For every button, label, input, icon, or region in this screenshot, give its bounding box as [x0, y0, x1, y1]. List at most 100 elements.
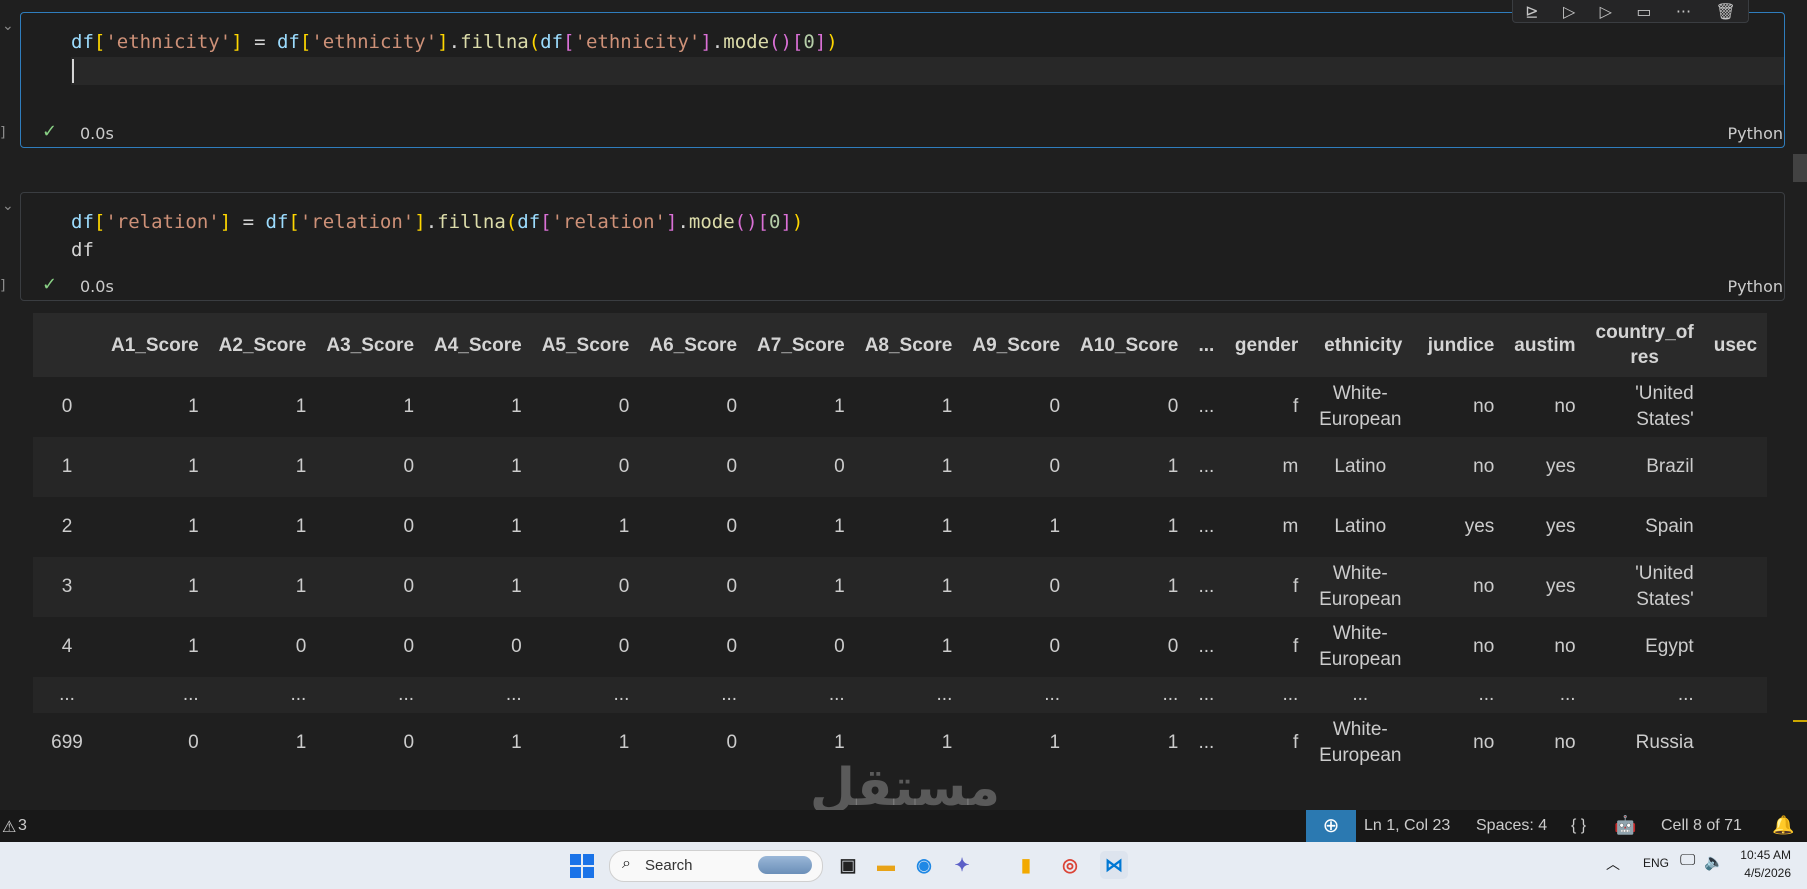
braces-icon[interactable]: { }	[1571, 817, 1586, 835]
collapse-chevron-icon[interactable]: ⌄	[2, 18, 14, 34]
vertical-scrollbar[interactable]	[1793, 0, 1807, 810]
table-cell: 0	[208, 617, 317, 677]
table-cell: 1	[101, 437, 209, 497]
task-view-icon[interactable]: ▣	[834, 851, 862, 879]
table-cell: ...	[316, 677, 425, 713]
execution-bracket: ]	[0, 278, 6, 294]
code-token: mode	[688, 211, 735, 233]
table-cell: Latino	[1308, 497, 1413, 557]
warning-icon[interactable]: ⚠	[2, 817, 16, 837]
column-header: gender	[1224, 313, 1309, 377]
table-cell: 1	[962, 713, 1071, 773]
table-cell: 0	[639, 437, 748, 497]
search-highlight-image	[758, 856, 812, 874]
cell-language[interactable]: Python	[1728, 124, 1783, 143]
edge-browser-icon[interactable]: ◉	[910, 851, 938, 879]
table-cell: Egypt	[1585, 617, 1704, 677]
scrollbar-thumb[interactable]	[1793, 154, 1807, 182]
column-header: A5_Score	[531, 313, 640, 377]
table-cell: yes	[1504, 497, 1586, 557]
delete-cell-icon[interactable]: 🗑	[1715, 2, 1735, 21]
table-cell: no	[1412, 557, 1505, 617]
cursor-position[interactable]: Ln 1, Col 23	[1364, 817, 1450, 835]
problems-count[interactable]: 3	[18, 817, 27, 835]
file-explorer-icon[interactable]: ▬	[872, 851, 900, 879]
vscode-icon[interactable]: ⋈	[1100, 851, 1128, 879]
table-cell: 1	[1070, 557, 1189, 617]
indentation[interactable]: Spaces: 4	[1476, 817, 1547, 835]
execution-time: 0.0s	[80, 124, 114, 143]
table-cell: 1	[1070, 437, 1189, 497]
table-row: 699 0 1 0 1 1 0 1 1 1 1... f White- European no no Russi…	[33, 713, 1768, 773]
row-index: 3	[33, 557, 101, 617]
table-cell: 1	[854, 617, 963, 677]
table-cell: White- European	[1308, 557, 1413, 617]
success-check-icon: ✓	[42, 121, 58, 142]
row-index: ...	[33, 677, 101, 713]
table-cell: yes	[1412, 497, 1505, 557]
table-row: 1 1 1 0 1 0 0 0 1 0 1... m Latino no yes Brazil	[33, 437, 1768, 497]
table-cell: yes	[1504, 557, 1586, 617]
dataframe-output-table: A1_Score A2_Score A3_Score A4_Score A5_Score…	[33, 313, 1768, 773]
volume-icon[interactable]: 🔈	[1704, 852, 1724, 872]
table-cell: 1	[854, 557, 963, 617]
taskbar-search-box[interactable]: ⌕ Search	[609, 850, 823, 882]
power-bi-icon[interactable]: ▮	[1012, 851, 1040, 879]
collapse-chevron-icon[interactable]: ⌄	[2, 198, 14, 214]
clock[interactable]: 10:45 AM 4/5/2026	[1740, 846, 1791, 882]
tray-chevron-icon[interactable]: ︿	[1606, 854, 1620, 874]
column-header: A6_Score	[639, 313, 748, 377]
code-token: mode	[723, 31, 770, 53]
execution-bracket: ]	[0, 125, 6, 141]
table-cell	[1703, 437, 1768, 497]
zoom-icon[interactable]: ⊕	[1306, 810, 1356, 842]
bell-icon[interactable]: 🔔	[1772, 815, 1794, 836]
copilot-icon[interactable]: 🤖	[1614, 815, 1636, 836]
language-indicator[interactable]: ENG	[1643, 856, 1669, 870]
code-token: .	[711, 31, 724, 53]
code-token: ()	[734, 211, 758, 233]
table-cell: White- European	[1308, 617, 1413, 677]
column-header: A7_Score	[747, 313, 855, 377]
more-actions-icon[interactable]: ···	[1676, 2, 1691, 21]
table-cell	[1703, 497, 1768, 557]
table-cell: 1	[101, 377, 209, 437]
table-cell: ...	[208, 677, 317, 713]
run-by-line-icon[interactable]: ⊵	[1525, 2, 1538, 21]
chrome-icon[interactable]: ◎	[1056, 851, 1084, 879]
windows-taskbar: ⌕ Search ▣ ▬ ◉ ✦ ▮ ◎ ⋈ ︿ ENG 🖵 🔈 10:45 A…	[0, 842, 1807, 889]
table-cell: 0	[639, 617, 748, 677]
table-cell: no	[1504, 617, 1586, 677]
table-row: 2 1 1 0 1 1 0 1 1 1 1... m Latino yes yes Spain	[33, 497, 1768, 557]
execute-below-icon[interactable]: ▷	[1600, 2, 1612, 21]
code-token: 0	[769, 211, 781, 233]
code-line[interactable]: df['relation'] = df['relation'].fillna(d…	[71, 208, 803, 236]
code-line[interactable]: df	[71, 236, 94, 264]
network-icon[interactable]: 🖵	[1680, 852, 1695, 870]
table-cell: ...	[1188, 617, 1225, 677]
table-cell: 0	[639, 377, 748, 437]
cell-language[interactable]: Python	[1728, 277, 1783, 296]
column-header: A3_Score	[316, 313, 425, 377]
table-cell: f	[1224, 713, 1309, 773]
code-token: 0	[803, 31, 815, 53]
split-cell-icon[interactable]: ▭	[1636, 2, 1651, 21]
table-cell: 'United States'	[1585, 377, 1704, 437]
execute-above-icon[interactable]: ▷	[1563, 2, 1575, 21]
table-cell: ...	[1504, 677, 1586, 713]
table-cell: 0	[962, 437, 1071, 497]
table-cell: 0	[531, 617, 640, 677]
windows-start-icon[interactable]	[570, 854, 594, 878]
teams-icon[interactable]: ✦	[948, 851, 976, 879]
code-token: ]	[665, 211, 678, 233]
column-header	[33, 313, 101, 377]
table-cell: yes	[1504, 437, 1586, 497]
code-token: .	[677, 211, 689, 233]
cell-counter[interactable]: Cell 8 of 71	[1661, 817, 1742, 835]
code-token: ]	[437, 31, 449, 53]
table-cell: 'United States'	[1585, 557, 1704, 617]
code-line[interactable]: df['ethnicity'] = df['ethnicity'].fillna…	[71, 28, 838, 56]
row-index: 1	[33, 437, 101, 497]
table-cell: ...	[1585, 677, 1704, 713]
table-cell: ...	[1188, 713, 1225, 773]
